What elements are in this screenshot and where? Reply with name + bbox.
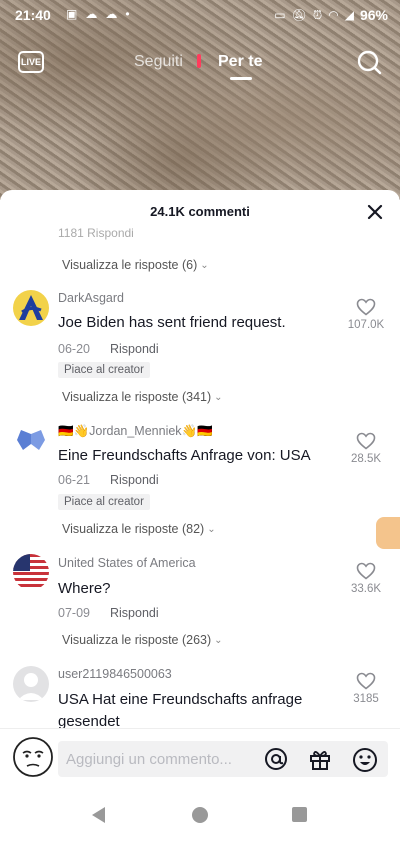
comment-meta: 07-09 Rispondi — [58, 606, 159, 620]
heart-icon — [356, 432, 376, 450]
view-replies-label: Visualizza le risposte (341) — [62, 390, 212, 404]
default-avatar-icon — [18, 673, 44, 700]
view-replies-label: Visualizza le risposte (6) — [62, 258, 198, 272]
search-icon[interactable] — [356, 49, 382, 75]
like-button[interactable]: 33.6K — [346, 562, 386, 595]
android-nav-bar — [0, 786, 400, 842]
tab-notification-dot — [197, 54, 201, 68]
comment-count: 24.1K commenti — [150, 204, 250, 219]
creator-liked-badge: Piace al creator — [58, 362, 150, 378]
comment-username[interactable]: United States of America — [58, 556, 196, 570]
comment-text: Eine Freundschafts Anfrage von: USA — [58, 447, 311, 464]
comment-date: 06-20 — [58, 342, 90, 356]
chevron-down-icon: ⌄ — [214, 391, 223, 403]
like-count: 33.6K — [350, 583, 382, 595]
comment-text: Joe Biden has sent friend request. — [58, 314, 286, 331]
cloud-icon-2: ☁ — [105, 7, 118, 21]
view-replies-label: Visualizza le risposte (263) — [62, 633, 212, 647]
comment-meta: 06-20 Rispondi — [58, 342, 159, 356]
avatar[interactable] — [13, 290, 49, 326]
live-icon[interactable]: LIVE — [18, 51, 44, 73]
like-count: 107.0K — [347, 319, 385, 331]
user-avatar-icon[interactable] — [12, 736, 54, 778]
alarm-icon: ⏰︎ — [312, 7, 323, 22]
comment-username[interactable]: DarkAsgard — [58, 291, 124, 305]
comment-date: 06-21 — [58, 473, 90, 487]
active-tab-indicator — [230, 77, 252, 80]
status-time: 21:40 — [15, 7, 51, 23]
wifi-icon: ◠ — [328, 8, 339, 22]
avatar[interactable] — [13, 554, 49, 590]
comment-text: Where? — [58, 580, 111, 597]
comments-sheet: 24.1K commenti 1181 Rispondi Visualizza … — [0, 190, 400, 730]
view-replies-label: Visualizza le risposte (82) — [62, 522, 205, 536]
mute-icon: 🔕︎ — [291, 8, 307, 22]
heart-icon — [356, 672, 376, 690]
view-replies-link[interactable]: Visualizza le risposte (82) ⌄ — [62, 522, 216, 536]
top-nav: LIVE Seguiti Per te — [0, 45, 400, 80]
chevron-down-icon: ⌄ — [214, 634, 223, 646]
creator-liked-badge: Piace al creator — [58, 494, 150, 510]
comment-input-bar: Aggiungi un commento... — [0, 728, 400, 787]
comment-username[interactable]: 🇩🇪👋Jordan_Menniek👋🇩🇪 — [58, 424, 213, 439]
back-icon[interactable] — [90, 806, 106, 824]
tab-for-you[interactable]: Per te — [218, 53, 262, 71]
comment-username[interactable]: user2119846500063 — [58, 667, 172, 681]
battery-level: 96% — [359, 7, 388, 23]
emoji-icon[interactable] — [352, 747, 378, 773]
like-count: 28.5K — [350, 453, 382, 465]
cast-icon: ▭ — [274, 8, 286, 22]
status-bar: 21:40 ▣ ☁ ☁ • ▭ 🔕︎ ⏰︎ ◠ ◢ 96% — [0, 0, 400, 30]
image-icon: ▣ — [66, 7, 78, 21]
like-count: 3185 — [353, 693, 379, 705]
like-button[interactable]: 28.5K — [346, 432, 386, 465]
like-button[interactable]: 3185 — [346, 672, 386, 705]
gift-icon[interactable] — [308, 747, 332, 771]
comment-meta: 06-21 Rispondi — [58, 473, 159, 487]
like-button[interactable]: 107.0K — [346, 298, 386, 331]
avatar[interactable] — [13, 422, 49, 458]
chevron-down-icon: ⌄ — [207, 523, 216, 535]
system-icons: ▭ 🔕︎ ⏰︎ ◠ ◢ 96% — [274, 7, 388, 23]
mention-at-icon[interactable] — [264, 747, 288, 771]
view-replies-link[interactable]: Visualizza le risposte (341) ⌄ — [62, 390, 223, 404]
recent-apps-icon[interactable] — [292, 807, 307, 822]
heart-icon — [356, 298, 376, 316]
signal-icon: ◢ — [344, 8, 354, 22]
wings-logo-icon — [17, 430, 45, 450]
dot-icon: • — [125, 7, 130, 21]
reply-button[interactable]: Rispondi — [110, 342, 159, 356]
comment-date: 07-09 — [58, 606, 90, 620]
video-background[interactable] — [0, 0, 400, 200]
comment-text: USA Hat eine Freundschafts anfrage — [58, 691, 303, 708]
heart-icon — [356, 562, 376, 580]
reply-button[interactable]: Rispondi — [110, 606, 159, 620]
close-icon[interactable] — [366, 203, 384, 221]
reply-button[interactable]: Rispondi — [110, 473, 159, 487]
avatar[interactable] — [13, 666, 49, 702]
view-replies-link[interactable]: Visualizza le risposte (263) ⌄ — [62, 633, 223, 647]
chevron-down-icon: ⌄ — [200, 259, 209, 271]
view-replies-link[interactable]: Visualizza le risposte (6) ⌄ — [62, 258, 209, 272]
floating-side-tab[interactable] — [376, 517, 400, 549]
home-icon[interactable] — [192, 807, 208, 823]
cloud-icon: ☁ — [85, 7, 98, 21]
asgard-logo-icon — [19, 295, 43, 320]
notification-icons: ▣ ☁ ☁ • — [66, 7, 130, 21]
flag-canton — [13, 554, 30, 571]
tab-following[interactable]: Seguiti — [134, 53, 183, 71]
partial-comment-meta: 1181 Rispondi — [58, 226, 134, 240]
comment-input-placeholder: Aggiungi un commento... — [66, 751, 232, 768]
